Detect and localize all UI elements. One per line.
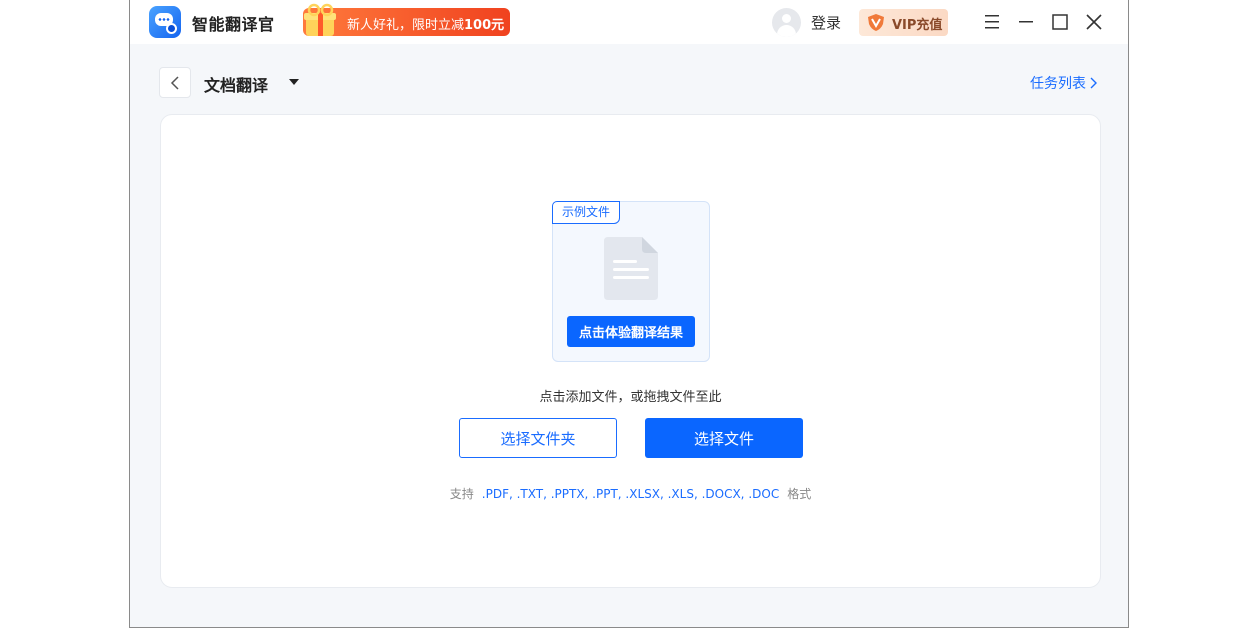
maximize-icon[interactable] (1050, 12, 1070, 32)
caret-down-icon[interactable] (288, 78, 300, 86)
sample-file-card[interactable]: 示例文件 点击体验翻译结果 (552, 201, 710, 362)
task-list-link[interactable]: 任务列表 (1030, 73, 1097, 93)
chevron-right-icon (1090, 77, 1097, 89)
login-link[interactable]: 登录 (811, 12, 841, 33)
select-file-button[interactable]: 选择文件 (645, 418, 803, 458)
vip-label: VIP充值 (892, 18, 943, 33)
promo-banner[interactable]: 新人好礼，限时立减100元 (303, 3, 510, 36)
translator-robot-icon (149, 6, 181, 38)
user-avatar-icon[interactable] (772, 8, 801, 37)
minimize-icon[interactable] (1016, 12, 1036, 32)
supported-formats: 支持 .PDF, .TXT, .PPTX, .PPT, .XLSX, .XLS, … (161, 485, 1100, 502)
select-folder-button[interactable]: 选择文件夹 (459, 418, 617, 458)
app-name: 智能翻译官 (192, 15, 275, 34)
hamburger-menu-icon[interactable] (982, 12, 1002, 32)
close-icon[interactable] (1084, 12, 1104, 32)
gift-icon (304, 3, 336, 36)
formats-suffix: 格式 (787, 487, 812, 501)
formats-prefix: 支持 (449, 487, 474, 501)
app-window: 智能翻译官 新人好礼，限时立减100元 登录 VIP充值 文档翻译 任务列表 示… (129, 0, 1129, 628)
back-button[interactable] (159, 67, 191, 98)
promo-amount: 100元 (464, 18, 505, 33)
drop-hint: 点击添加文件，或拖拽文件至此 (539, 390, 722, 405)
title-bar: 智能翻译官 新人好礼，限时立减100元 登录 VIP充值 (130, 0, 1128, 44)
document-icon (604, 237, 658, 300)
promo-text: 新人好礼，限时立减 (347, 18, 465, 33)
try-sample-button[interactable]: 点击体验翻译结果 (567, 316, 695, 347)
page-title[interactable]: 文档翻译 (204, 72, 268, 96)
vip-recharge-button[interactable]: VIP充值 (859, 9, 948, 36)
formats-list: .PDF, .TXT, .PPTX, .PPT, .XLSX, .XLS, .D… (481, 487, 780, 501)
upload-card[interactable]: 示例文件 点击体验翻译结果 点击添加文件，或拖拽文件至此 选择文件夹 选择文件 … (160, 114, 1101, 588)
task-list-label: 任务列表 (1030, 76, 1086, 92)
chevron-left-icon (170, 76, 179, 90)
vip-shield-icon (868, 14, 884, 31)
sample-file-tag: 示例文件 (552, 201, 621, 224)
